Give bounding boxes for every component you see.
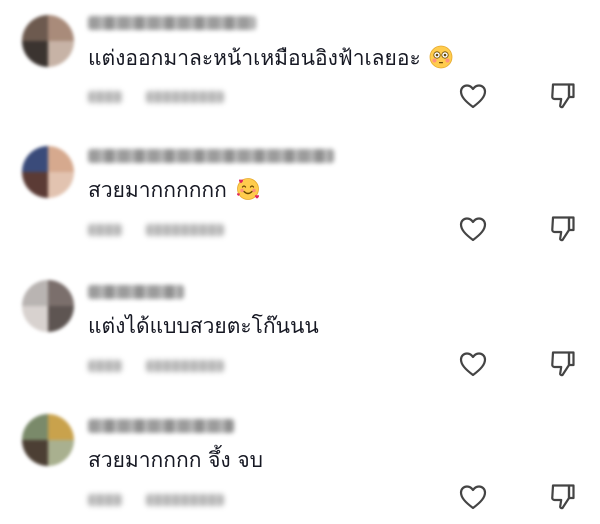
thumbs-down-outline-icon (551, 83, 575, 109)
timestamp-blurred (88, 224, 122, 236)
dislike-button[interactable] (546, 79, 580, 113)
smiling-face-with-hearts-emoji (236, 177, 260, 201)
comment-item: แต่งได้แบบสวยตะโก๊นนน (0, 268, 600, 388)
reply-button-blurred[interactable] (146, 494, 224, 506)
comment-text-content: สวยมากกกก จึ้ง จบ (88, 448, 263, 472)
dislike-button[interactable] (546, 347, 580, 381)
dislike-button[interactable] (546, 480, 580, 514)
like-button[interactable] (456, 480, 490, 514)
avatar[interactable] (22, 414, 74, 466)
avatar[interactable] (22, 280, 74, 332)
thumbs-down-outline-icon (551, 351, 575, 377)
username-blurred[interactable] (88, 419, 234, 433)
avatar[interactable] (22, 15, 74, 67)
reply-button-blurred[interactable] (146, 360, 224, 372)
comment-item: สวยมากกกกกก (0, 134, 600, 254)
reply-button-blurred[interactable] (146, 224, 224, 236)
like-button[interactable] (456, 347, 490, 381)
flushed-face-emoji (429, 45, 453, 69)
comment-text-content: สวยมากกกกกก (88, 178, 227, 202)
username-blurred[interactable] (88, 16, 256, 30)
heart-outline-icon (459, 217, 487, 242)
dislike-button[interactable] (546, 212, 580, 246)
comment-item: แต่งออกมาละหน้าเหมือนอิงฟ้าเลยอะ (0, 0, 600, 120)
comment-text-content: แต่งได้แบบสวยตะโก๊นนน (88, 314, 319, 338)
like-button[interactable] (456, 212, 490, 246)
comment-text: สวยมากกกก จึ้ง จบ (88, 446, 263, 474)
reply-button-blurred[interactable] (146, 91, 224, 103)
comment-text: สวยมากกกกกก (88, 176, 260, 204)
username-blurred[interactable] (88, 149, 334, 163)
comment-item: สวยมากกกก จึ้ง จบ (0, 404, 600, 524)
comment-text: แต่งออกมาละหน้าเหมือนอิงฟ้าเลยอะ (88, 44, 453, 72)
heart-outline-icon (459, 84, 487, 109)
timestamp-blurred (88, 494, 122, 506)
username-blurred[interactable] (88, 285, 184, 299)
timestamp-blurred (88, 360, 122, 372)
heart-outline-icon (459, 352, 487, 377)
thumbs-down-outline-icon (551, 216, 575, 242)
thumbs-down-outline-icon (551, 484, 575, 510)
avatar[interactable] (22, 146, 74, 198)
comment-text: แต่งได้แบบสวยตะโก๊นนน (88, 312, 319, 340)
timestamp-blurred (88, 91, 122, 103)
heart-outline-icon (459, 485, 487, 510)
comment-text-content: แต่งออกมาละหน้าเหมือนอิงฟ้าเลยอะ (88, 46, 421, 70)
like-button[interactable] (456, 79, 490, 113)
